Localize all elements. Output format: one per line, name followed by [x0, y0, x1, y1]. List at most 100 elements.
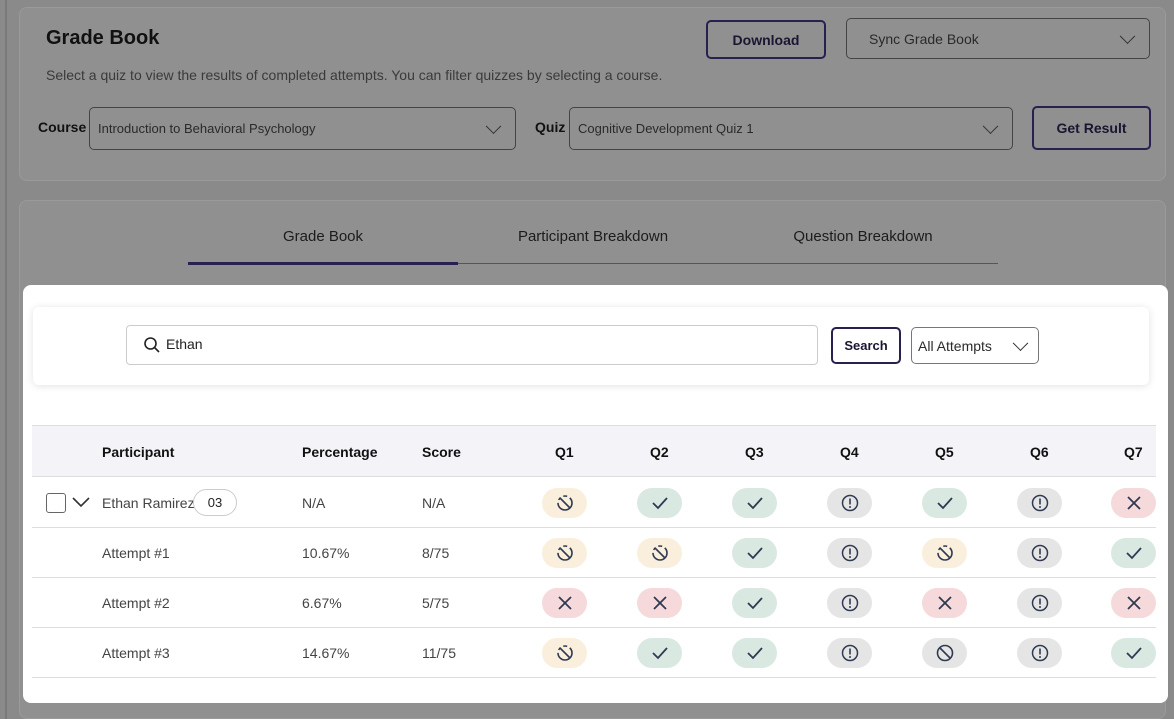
q3-status-correct[interactable]	[732, 638, 777, 668]
tab-question-breakdown[interactable]: Question Breakdown	[728, 228, 998, 245]
table-row[interactable]: Attempt #2 6.67% 5/75	[32, 578, 1156, 628]
exclamation-circle-icon	[1031, 494, 1048, 512]
column-header-q1: Q1	[555, 444, 574, 460]
quiz-value: Cognitive Development Quiz 1	[578, 121, 754, 136]
q5-status-correct[interactable]	[922, 488, 967, 518]
check-icon	[746, 547, 763, 560]
x-icon	[652, 596, 667, 610]
x-icon	[557, 596, 572, 610]
x-icon	[937, 596, 952, 610]
clock-slash-icon	[651, 545, 668, 561]
q3-status-correct[interactable]	[732, 588, 777, 618]
q4-status-unanswered[interactable]	[827, 488, 872, 518]
q7-status-incorrect[interactable]	[1111, 588, 1156, 618]
quiz-label: Quiz	[535, 119, 566, 135]
q7-status-correct[interactable]	[1111, 538, 1156, 568]
q5-status-skipped[interactable]	[922, 638, 967, 668]
sync-grade-book-dropdown[interactable]: Sync Grade Book	[846, 18, 1150, 59]
gradebook-header-card: Grade Book Select a quiz to view the res…	[19, 7, 1166, 181]
tab-grade-book[interactable]: Grade Book	[188, 228, 458, 245]
check-icon	[746, 497, 763, 510]
column-header-q4: Q4	[840, 444, 859, 460]
q1-status-incorrect[interactable]	[542, 588, 587, 618]
column-header-score: Score	[422, 444, 461, 460]
attempts-filter[interactable]: All Attempts	[911, 327, 1039, 364]
search-value: Ethan	[166, 336, 203, 352]
clock-slash-icon	[556, 545, 573, 561]
attempts-count-badge[interactable]: 03	[193, 489, 237, 516]
tab-participant-breakdown[interactable]: Participant Breakdown	[458, 228, 728, 245]
exclamation-circle-icon	[841, 644, 858, 662]
participant-name: Attempt #1	[102, 545, 170, 561]
q2-status-correct[interactable]	[637, 488, 682, 518]
active-tab-indicator	[188, 262, 458, 265]
q6-status-unanswered[interactable]	[1017, 538, 1062, 568]
q4-status-unanswered[interactable]	[827, 638, 872, 668]
table-row[interactable]: Attempt #3 14.67% 11/75	[32, 628, 1156, 678]
page-title: Grade Book	[46, 27, 160, 49]
check-icon	[936, 497, 953, 510]
q2-status-correct[interactable]	[637, 638, 682, 668]
ban-icon	[936, 644, 953, 662]
clock-slash-icon	[936, 545, 953, 561]
table-row[interactable]: Ethan Ramirez 03 N/A N/A	[32, 478, 1156, 528]
course-label: Course	[38, 119, 87, 135]
q6-status-unanswered[interactable]	[1017, 638, 1062, 668]
search-icon	[144, 337, 160, 353]
clock-slash-icon	[556, 495, 573, 511]
chevron-down-icon[interactable]	[72, 496, 90, 508]
check-icon	[1125, 547, 1142, 560]
download-button[interactable]: Download	[706, 20, 826, 59]
page-subtitle: Select a quiz to view the results of com…	[46, 67, 663, 83]
score: 5/75	[422, 595, 450, 611]
column-header-percentage: Percentage	[302, 444, 378, 460]
column-header-participant: Participant	[102, 444, 175, 460]
q6-status-unanswered[interactable]	[1017, 588, 1062, 618]
search-bar: Ethan Search All Attempts	[33, 307, 1149, 385]
quiz-select[interactable]: Cognitive Development Quiz 1	[569, 107, 1013, 150]
check-icon	[651, 497, 668, 510]
clock-slash-icon	[556, 645, 573, 661]
column-header-q7: Q7	[1124, 444, 1143, 460]
score: 8/75	[422, 545, 450, 561]
search-input[interactable]: Ethan	[126, 325, 818, 365]
x-icon	[1126, 496, 1141, 510]
exclamation-circle-icon	[1031, 594, 1048, 612]
sidebar-edge	[5, 0, 7, 719]
percentage: 6.67%	[302, 595, 342, 611]
column-header-q3: Q3	[745, 444, 764, 460]
exclamation-circle-icon	[841, 494, 858, 512]
q1-status-pending[interactable]	[542, 638, 587, 668]
row-checkbox[interactable]	[46, 493, 66, 513]
participant-name: Attempt #2	[102, 595, 170, 611]
q2-status-pending[interactable]	[637, 538, 682, 568]
q3-status-correct[interactable]	[732, 538, 777, 568]
search-button[interactable]: Search	[831, 327, 901, 364]
sync-label: Sync Grade Book	[869, 30, 979, 47]
column-header-q2: Q2	[650, 444, 669, 460]
q4-status-unanswered[interactable]	[827, 588, 872, 618]
course-value: Introduction to Behavioral Psychology	[98, 121, 316, 136]
q7-status-incorrect[interactable]	[1111, 488, 1156, 518]
course-select[interactable]: Introduction to Behavioral Psychology	[89, 107, 516, 150]
percentage: 14.67%	[302, 645, 350, 661]
chevron-down-icon	[485, 117, 502, 134]
results-panel: Ethan Search All Attempts Participant Per…	[23, 285, 1168, 703]
q6-status-unanswered[interactable]	[1017, 488, 1062, 518]
attempts-filter-value: All Attempts	[918, 337, 992, 354]
participant-name: Ethan Ramirez	[102, 495, 195, 511]
score: 11/75	[422, 645, 456, 661]
q7-status-correct[interactable]	[1111, 638, 1156, 668]
q4-status-unanswered[interactable]	[827, 538, 872, 568]
q5-status-pending[interactable]	[922, 538, 967, 568]
q5-status-incorrect[interactable]	[922, 588, 967, 618]
q1-status-pending[interactable]	[542, 488, 587, 518]
check-icon	[746, 597, 763, 610]
exclamation-circle-icon	[841, 594, 858, 612]
get-result-button[interactable]: Get Result	[1032, 106, 1151, 150]
q2-status-incorrect[interactable]	[637, 588, 682, 618]
q1-status-pending[interactable]	[542, 538, 587, 568]
q3-status-correct[interactable]	[732, 488, 777, 518]
table-row[interactable]: Attempt #1 10.67% 8/75	[32, 528, 1156, 578]
check-icon	[746, 647, 763, 660]
